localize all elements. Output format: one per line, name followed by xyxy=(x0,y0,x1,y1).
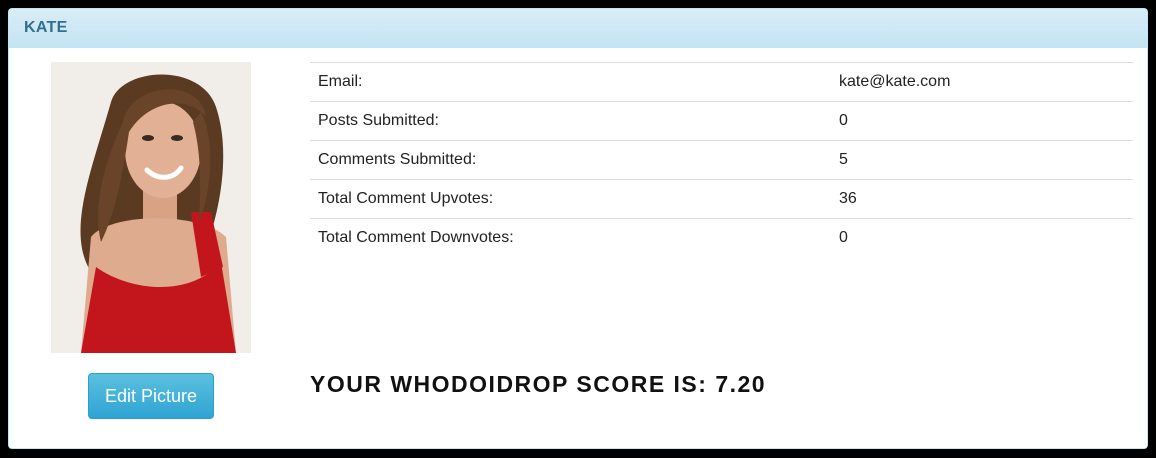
stat-label: Total Comment Upvotes: xyxy=(310,179,827,219)
stat-value: 0 xyxy=(827,101,1133,141)
stat-value: 36 xyxy=(827,179,1133,219)
stat-label: Email: xyxy=(310,62,827,102)
table-row: Comments Submitted: 5 xyxy=(310,140,1133,180)
stat-value: 5 xyxy=(827,140,1133,180)
stat-value: 0 xyxy=(827,218,1133,257)
stat-value: kate@kate.com xyxy=(827,62,1133,102)
panel-heading: KATE xyxy=(9,9,1147,48)
stat-label: Total Comment Downvotes: xyxy=(310,218,827,257)
edit-picture-button[interactable]: Edit Picture xyxy=(88,373,214,419)
table-row: Email: kate@kate.com xyxy=(310,62,1133,102)
stat-label: Posts Submitted: xyxy=(310,101,827,141)
stat-label: Comments Submitted: xyxy=(310,140,827,180)
profile-panel: KATE Edit Picture Email: kate@kate.com P… xyxy=(8,8,1148,449)
profile-picture xyxy=(51,62,251,353)
table-row: Total Comment Upvotes: 36 xyxy=(310,179,1133,219)
score-heading: YOUR WHODOIDROP SCORE IS: 7.20 xyxy=(310,371,767,397)
table-row: Posts Submitted: 0 xyxy=(310,101,1133,141)
panel-title: KATE xyxy=(24,19,68,36)
table-row: Total Comment Downvotes: 0 xyxy=(310,218,1133,257)
user-stats-table: Email: kate@kate.com Posts Submitted: 0 … xyxy=(310,62,1133,257)
